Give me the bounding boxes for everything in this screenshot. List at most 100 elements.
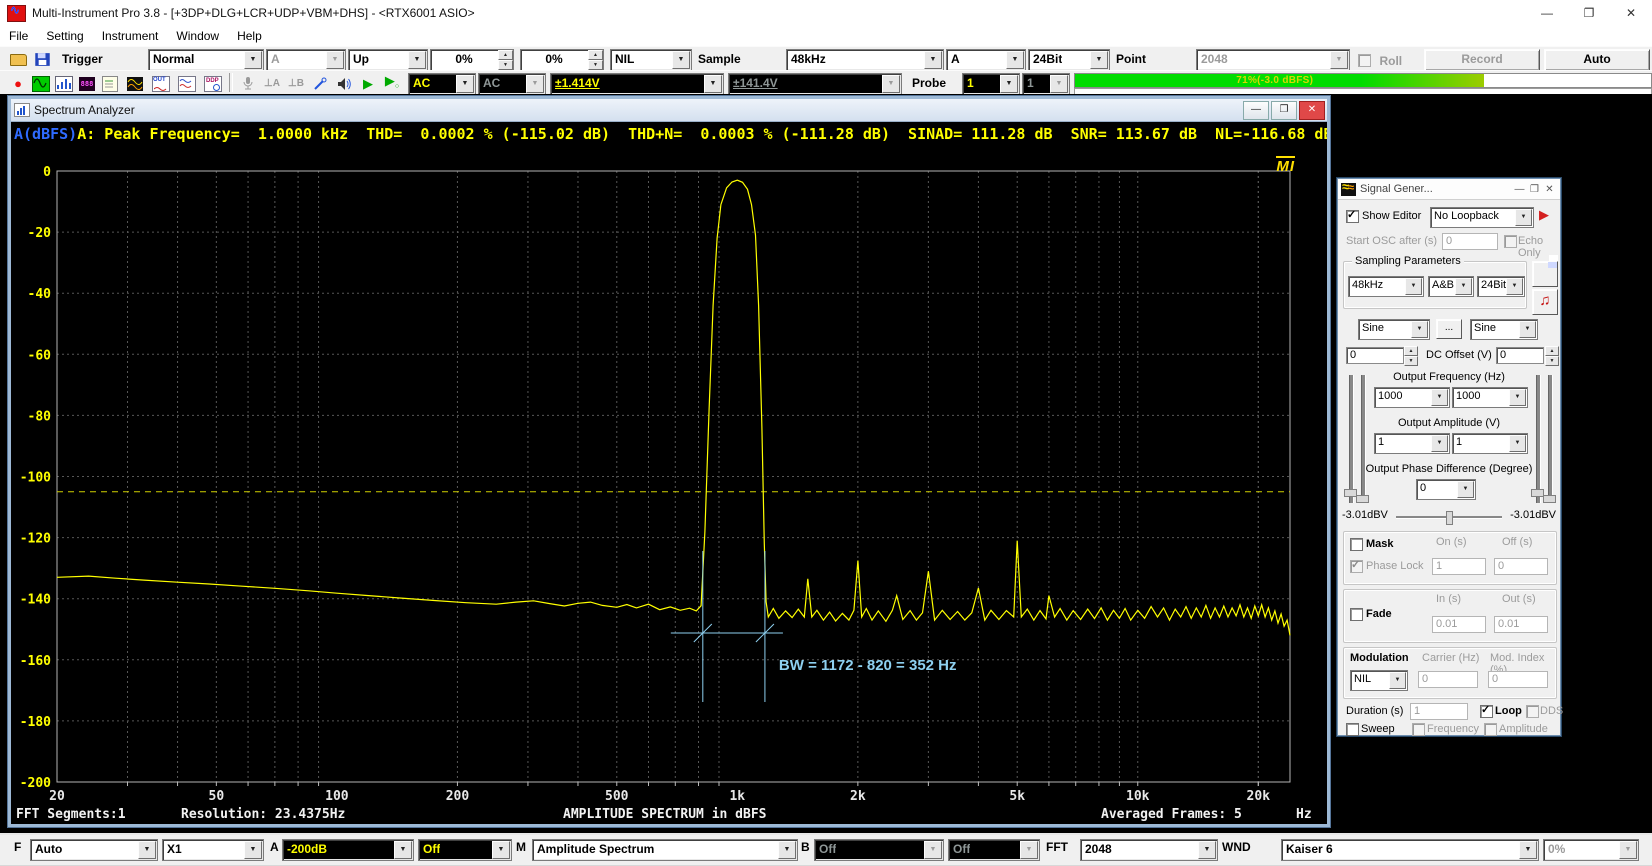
wave-editor-button[interactable]: ... [1436,319,1462,339]
menu-instrument[interactable]: Instrument [93,29,168,43]
record-button[interactable]: Record [1424,49,1540,71]
ddp-viewer-button[interactable]: DDP [201,72,225,95]
mode-select[interactable]: Amplitude Spectrum▼ [532,839,798,861]
spin-up-icon[interactable]: ▲ [588,50,603,60]
mask-on-input[interactable]: 1 [1432,558,1486,575]
siggen-minimize-button[interactable]: — [1512,184,1527,195]
range-a-select[interactable]: ±1.414V▼ [550,73,724,95]
phase-select[interactable]: 0▼ [1416,479,1476,500]
trigger-mode-select[interactable]: Normal▼ [148,49,264,71]
amplitude-a-select[interactable]: 1▼ [1374,433,1450,454]
spin-down-icon[interactable]: ▼ [498,60,513,70]
fade-in-input[interactable]: 0.01 [1432,616,1486,633]
ground-a-button[interactable]: ⊥A [260,72,284,95]
oscilloscope-button[interactable]: ● [6,72,30,95]
sweep-checkbox[interactable] [1346,723,1359,736]
data-logger-button[interactable] [98,72,122,95]
siggen-bits-select[interactable]: 24Bit▼ [1477,276,1525,297]
frequency-a-select[interactable]: 1000▼ [1374,387,1450,408]
echo-only-checkbox[interactable] [1504,235,1517,248]
range-b-display-select[interactable]: Off▼ [814,839,944,861]
auto-button[interactable]: Auto [1544,49,1650,71]
waveform-b-select[interactable]: Sine▼ [1470,319,1538,340]
dds-checkbox[interactable] [1526,705,1539,718]
probe-b-select[interactable]: 1▼ [1022,73,1070,95]
dc-offset-b-spinner[interactable]: ▲▼ [1545,346,1559,365]
sample-bits-select[interactable]: 24Bit▼ [1028,49,1110,71]
close-button[interactable]: ✕ [1610,1,1652,26]
points-select[interactable]: 2048▼ [1196,49,1350,71]
spin-up-icon[interactable]: ▲ [498,50,513,60]
siggen-save-button[interactable] [1532,261,1558,287]
range-b-select[interactable]: ±141.4V▼ [728,73,902,95]
probe-a-select[interactable]: 1▼ [962,73,1020,95]
carrier-input[interactable]: 0 [1418,671,1478,688]
trigger-delay-spinner[interactable]: 0% ▲▼ [520,49,604,71]
dc-offset-a-input[interactable]: 0 [1346,347,1404,364]
menu-help[interactable]: Help [228,29,271,43]
siggen-channels-select[interactable]: A&B▼ [1428,276,1474,297]
save-button[interactable] [30,48,54,71]
spectrum-minimize-button[interactable]: — [1243,101,1269,120]
device-test-plan-button[interactable]: OUT [149,72,173,95]
fade-out-input[interactable]: 0.01 [1494,616,1548,633]
fft-size-select[interactable]: 2048▼ [1080,839,1218,861]
siggen-maximize-button[interactable]: ❐ [1527,184,1542,195]
duration-input[interactable]: 1 [1410,703,1468,720]
loopback-select[interactable]: No Loopback▼ [1430,207,1534,228]
start-osc-input[interactable]: 0 [1442,233,1498,250]
ground-b-button[interactable]: ⊥B [284,72,308,95]
run-button[interactable]: ▶ [356,72,380,95]
sweep-amplitude-checkbox[interactable] [1484,723,1497,736]
fade-checkbox[interactable] [1350,608,1363,621]
mask-checkbox[interactable] [1350,538,1363,551]
zoom-select[interactable]: X1▼ [162,839,264,861]
sample-rate-select[interactable]: 48kHz▼ [786,49,944,71]
balance-slider-handle[interactable] [1446,511,1453,525]
mod-index-input[interactable]: 0 [1488,671,1548,688]
derived-data-button[interactable] [175,72,199,95]
dc-offset-b-input[interactable]: 0 [1496,347,1544,364]
menu-setting[interactable]: Setting [37,29,92,43]
siggen-titlebar[interactable]: Signal Gener... — ❐ ✕ [1338,179,1560,200]
run-loop-button[interactable]: ▶○ [380,72,404,95]
spectrum-window-titlebar[interactable]: Spectrum Analyzer — ❐ ✕ [11,99,1327,122]
loop-checkbox[interactable] [1480,705,1493,718]
ref-a-select[interactable]: Off▼ [418,839,512,861]
spectrum-maximize-button[interactable]: ❐ [1271,101,1297,120]
spin-down-icon[interactable]: ▼ [588,60,603,70]
frequency-b-select[interactable]: 1000▼ [1452,387,1528,408]
coupling-b-select[interactable]: AC▼ [478,73,546,95]
window-function-select[interactable]: Kaiser 6▼ [1281,839,1539,861]
overlap-select[interactable]: 0%▼ [1543,839,1639,861]
trigger-edge-select[interactable]: Up▼ [348,49,428,71]
probe-calibration-button[interactable] [308,72,332,95]
siggen-rate-select[interactable]: 48kHz▼ [1348,276,1424,297]
sample-channel-select[interactable]: A▼ [946,49,1026,71]
menu-file[interactable]: File [0,29,37,43]
minimize-button[interactable]: — [1526,1,1568,26]
multimeter-button[interactable]: 888 [75,72,99,95]
dc-offset-a-spinner[interactable]: ▲▼ [1404,346,1418,365]
microphone-button[interactable] [236,72,260,95]
trigger-level-spinner[interactable]: 0% ▲▼ [430,49,514,71]
modulation-type-select[interactable]: NIL▼ [1350,670,1408,691]
spectrum-close-button[interactable]: ✕ [1299,101,1325,120]
open-file-button[interactable] [6,48,30,71]
range-a-display-select[interactable]: -200dB▼ [282,839,414,861]
siggen-play-button[interactable]: ▶ [1539,207,1549,223]
spectrum-analyzer-button[interactable] [52,72,76,95]
waveform-a-select[interactable]: Sine▼ [1358,319,1430,340]
trigger-hpf-select[interactable]: NIL▼ [610,49,692,71]
roll-checkbox[interactable]: Roll [1358,51,1402,71]
signal-generator-button[interactable] [29,72,53,95]
mask-off-input[interactable]: 0 [1494,558,1548,575]
show-editor-checkbox[interactable] [1346,210,1359,223]
siggen-close-button[interactable]: ✕ [1542,184,1557,195]
maximize-button[interactable]: ❐ [1568,1,1610,26]
trigger-source-select[interactable]: A▼ [266,49,346,71]
coupling-a-select[interactable]: AC▼ [408,73,476,95]
menu-window[interactable]: Window [167,29,228,43]
sweep-frequency-checkbox[interactable] [1412,723,1425,736]
freq-axis-select[interactable]: Auto▼ [30,839,158,861]
